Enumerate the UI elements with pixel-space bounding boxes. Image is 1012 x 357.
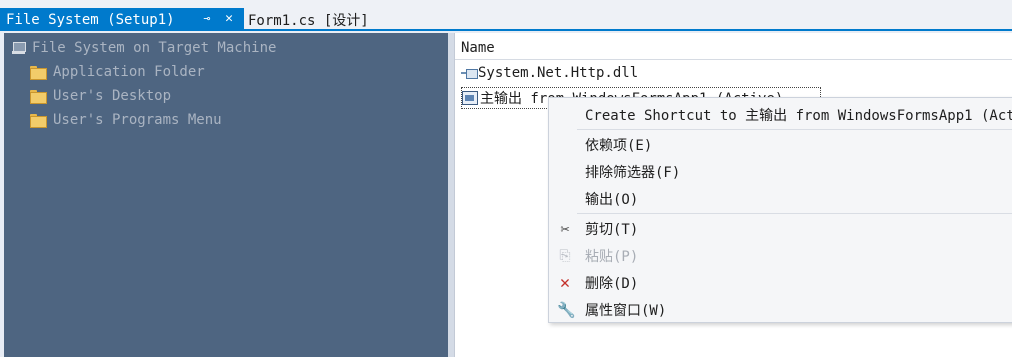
delete-icon: ✕ bbox=[559, 272, 571, 293]
tree-item-label: User's Programs Menu bbox=[53, 112, 222, 128]
tree-item-label: File System on Target Machine bbox=[32, 40, 277, 56]
tree-item-label: Application Folder bbox=[53, 64, 205, 80]
tab-file-system-setup1[interactable]: File System (Setup1) ⊸ ✕ bbox=[0, 8, 244, 31]
folder-icon bbox=[30, 90, 47, 104]
menu-item-label: 属性窗口(W) bbox=[585, 302, 667, 319]
wrench-icon: 🔧 bbox=[557, 300, 576, 319]
cut-icon: ✂ bbox=[560, 219, 570, 238]
menu-item-label: 粘贴(P) bbox=[585, 248, 639, 265]
column-header-label: Name bbox=[461, 39, 495, 56]
menu-item-cut[interactable]: ✂ 剪切(T) bbox=[549, 215, 1012, 242]
project-output-icon bbox=[462, 91, 478, 105]
column-header-name[interactable]: Name bbox=[455, 36, 1012, 60]
menu-item-delete[interactable]: ✕ 删除(D) bbox=[549, 269, 1012, 296]
tab-label: File System (Setup1) bbox=[6, 11, 175, 28]
menu-item-label: 剪切(T) bbox=[585, 221, 639, 238]
menu-item-outputs[interactable]: 输出(O) bbox=[549, 185, 1012, 212]
tree-item-users-desktop[interactable]: User's Desktop bbox=[30, 85, 171, 107]
menu-item-label: Create Shortcut to 主输出 from WindowsForms… bbox=[585, 107, 1012, 124]
document-tab-strip: File System (Setup1) ⊸ ✕ Form1.cs [设计] bbox=[0, 0, 1012, 31]
tab-label: Form1.cs [设计] bbox=[248, 12, 369, 29]
menu-item-label: 输出(O) bbox=[585, 191, 639, 208]
tree-item-label: User's Desktop bbox=[53, 88, 172, 104]
tree-item-users-programs-menu[interactable]: User's Programs Menu bbox=[30, 109, 222, 131]
folder-icon bbox=[30, 114, 47, 128]
context-menu: Create Shortcut to 主输出 from WindowsForms… bbox=[548, 97, 1012, 323]
folder-icon bbox=[30, 66, 47, 80]
menu-item-label: 排除筛选器(F) bbox=[585, 164, 681, 181]
pin-icon[interactable]: ⊸ bbox=[200, 12, 214, 26]
menu-separator bbox=[577, 129, 1012, 130]
list-item-system-net-http[interactable]: System.Net.Http.dll bbox=[461, 62, 638, 84]
menu-item-label: 删除(D) bbox=[585, 275, 639, 292]
tree-item-target-machine[interactable]: File System on Target Machine bbox=[12, 37, 276, 59]
menu-item-create-shortcut[interactable]: Create Shortcut to 主输出 from WindowsForms… bbox=[549, 101, 1012, 128]
menu-item-dependencies[interactable]: 依赖项(E) bbox=[549, 131, 1012, 158]
machine-icon bbox=[12, 41, 26, 55]
tree-item-application-folder[interactable]: Application Folder bbox=[30, 61, 205, 83]
paste-icon: ⎘ bbox=[559, 247, 571, 264]
menu-item-exclude-filter[interactable]: 排除筛选器(F) bbox=[549, 158, 1012, 185]
list-item-label: System.Net.Http.dll bbox=[478, 65, 639, 81]
close-icon[interactable]: ✕ bbox=[222, 12, 236, 26]
menu-item-paste: ⎘ 粘贴(P) bbox=[549, 242, 1012, 269]
assembly-icon bbox=[461, 67, 478, 79]
tab-form1-design[interactable]: Form1.cs [设计] bbox=[248, 8, 369, 31]
menu-item-properties-window[interactable]: 🔧 属性窗口(W) bbox=[549, 296, 1012, 323]
file-system-tree: File System on Target Machine Applicatio… bbox=[4, 33, 448, 357]
menu-item-label: 依赖项(E) bbox=[585, 137, 653, 154]
menu-separator bbox=[577, 213, 1012, 214]
